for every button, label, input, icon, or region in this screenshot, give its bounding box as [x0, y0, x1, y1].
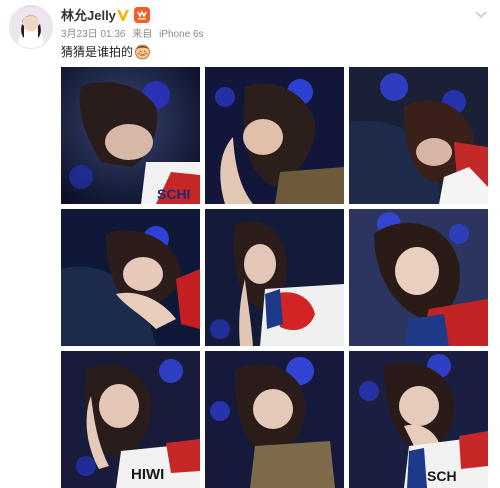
photo-5[interactable]	[205, 209, 344, 346]
user-avatar[interactable]	[9, 5, 53, 49]
username[interactable]: 林允Jelly	[61, 8, 116, 24]
svg-text:HIWI: HIWI	[131, 466, 164, 483]
photo-3[interactable]	[349, 67, 488, 204]
photo-4[interactable]	[61, 209, 200, 346]
post-meta: 3月23日 01:36 来自 iPhone 6s	[61, 29, 208, 41]
svg-text:SCH: SCH	[427, 468, 457, 484]
embarrassed-face-emoji	[135, 44, 150, 60]
photo-grid: SCHI HIWI SCH	[61, 67, 489, 488]
chevron-down-icon[interactable]	[475, 11, 487, 19]
source-device[interactable]: iPhone 6s	[159, 29, 203, 40]
source-prefix: 来自	[132, 29, 153, 40]
photo-8[interactable]	[205, 351, 344, 488]
photo-1[interactable]: SCHI	[61, 67, 200, 204]
photo-9[interactable]: SCH	[349, 351, 488, 488]
photo-2[interactable]	[205, 67, 344, 204]
post-timestamp[interactable]: 3月23日 01:36	[61, 29, 126, 40]
post-text: 猜猜是谁拍的	[61, 45, 134, 59]
svg-text:SCHI: SCHI	[157, 186, 190, 202]
weibo-post: 林允Jelly 3月23日 01:36 来自 iPhone 6s 猜猜是谁拍的	[0, 0, 500, 488]
verified-v-icon	[117, 10, 129, 21]
photo-6[interactable]	[349, 209, 488, 346]
member-badge-icon[interactable]	[134, 7, 150, 23]
photo-7[interactable]: HIWI	[61, 351, 200, 488]
